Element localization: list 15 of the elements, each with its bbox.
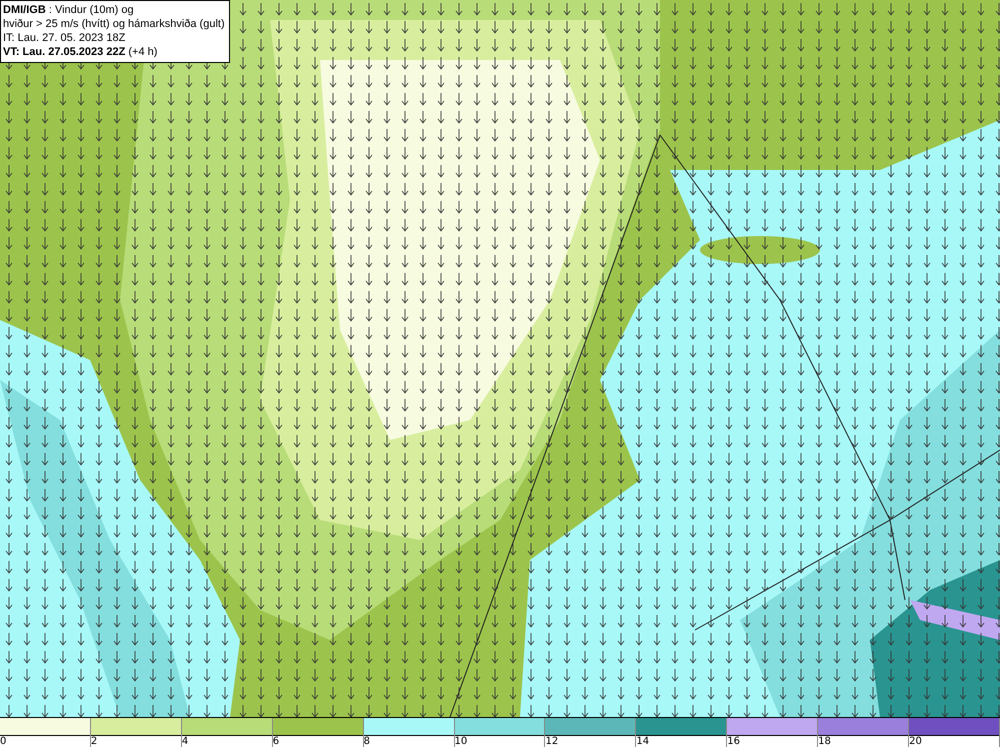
- legend-label: 8: [364, 736, 370, 747]
- legend-label: 2: [90, 736, 98, 747]
- info-text: IT: Lau. 27. 05. 2023 18Z: [3, 31, 126, 45]
- legend-label: 6: [272, 736, 280, 747]
- info-text: VT: Lau. 27.05.2023 22Z (+4 h): [3, 45, 158, 59]
- legend-label: 16: [727, 736, 740, 747]
- info-text: hviður > 25 m/s (hvítt) og hámarkshviða (gult): [3, 17, 225, 31]
- legend-label: 12: [545, 736, 558, 747]
- legend-label: 4: [182, 736, 188, 747]
- legend-label: 10: [454, 736, 468, 747]
- info-text: DMI/IGB : Vindur (10m) og: [3, 3, 135, 17]
- legend-label: 20: [909, 736, 922, 747]
- legend-label: 14: [636, 736, 650, 747]
- legend-label: 0: [0, 736, 6, 747]
- legend-label: 18: [818, 736, 831, 747]
